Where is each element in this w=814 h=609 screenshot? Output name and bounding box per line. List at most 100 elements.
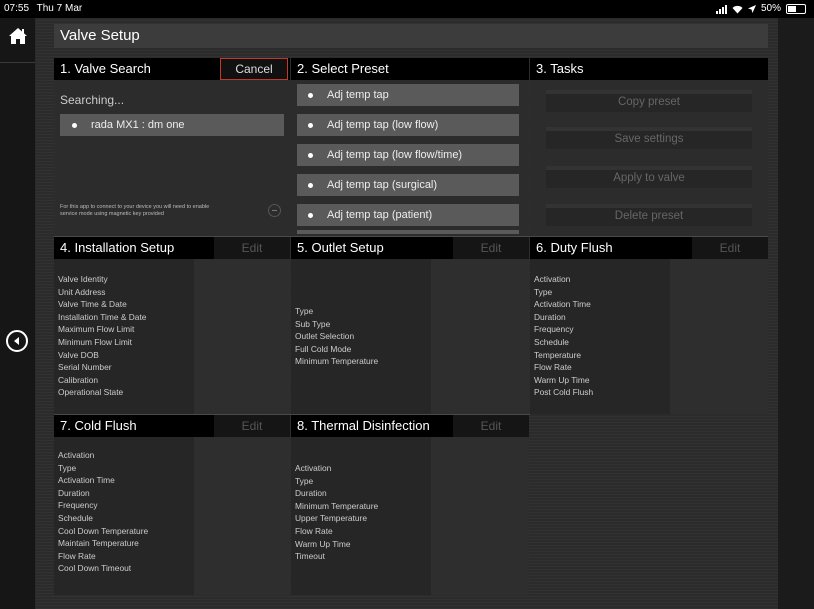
bullet-icon — [308, 182, 313, 188]
location-arrow-icon — [747, 5, 756, 13]
nav-divider — [0, 62, 35, 63]
panel-header: 8. Thermal Disinfection Edit — [291, 415, 529, 437]
field-label: Valve Identity — [58, 274, 108, 284]
field-column: Valve Identity Unit Address Valve Time &… — [54, 259, 194, 414]
field-list: Valve Identity Unit Address Valve Time &… — [58, 273, 146, 399]
panel-thermal-disinfection: 8. Thermal Disinfection Edit Activation … — [291, 415, 529, 595]
instructions-line: service mode using magnetic key provided — [60, 210, 164, 217]
edit-button[interactable]: Edit — [453, 237, 529, 259]
bullet-icon — [308, 92, 313, 98]
field-label: Frequency — [534, 324, 574, 335]
edit-button[interactable]: Edit — [214, 237, 290, 259]
right-margin — [778, 18, 814, 609]
wifi-icon — [732, 5, 743, 13]
panel-outlet-setup: 5. Outlet Setup Edit Type Sub Type Outle… — [291, 237, 529, 414]
panel-header: 1. Valve Search Cancel — [54, 58, 290, 80]
field-list: Activation Type Duration Minimum Tempera… — [295, 462, 378, 563]
bullet-icon — [308, 152, 313, 158]
field-label: Frequency — [58, 500, 98, 511]
field-list: Activation Type Activation Time Duration… — [534, 273, 593, 399]
field-label: Type — [534, 286, 553, 297]
bullet-icon — [308, 122, 313, 128]
searching-status: Searching... — [60, 93, 125, 107]
preset-item[interactable]: Adj temp tap (low flow/time) — [297, 144, 519, 166]
field-label: Duration — [534, 311, 566, 322]
edit-button[interactable]: Edit — [692, 237, 768, 259]
preset-item[interactable]: Adj temp tap (surgical) — [297, 174, 519, 196]
home-icon[interactable] — [8, 26, 28, 46]
back-button[interactable] — [6, 330, 28, 352]
field-label: Maintain Temperature — [58, 538, 139, 549]
preset-item[interactable]: Adj temp tap — [297, 84, 519, 106]
field-label: Type — [295, 306, 314, 316]
main-area: Valve Setup 1. Valve Search Cancel Searc… — [36, 18, 778, 609]
edit-button[interactable]: Edit — [214, 415, 290, 437]
panel-duty-flush: 6. Duty Flush Edit Activation Type Activ… — [530, 237, 768, 414]
value-column — [670, 259, 768, 414]
field-column: Activation Type Activation Time Duration… — [530, 259, 670, 414]
field-label: Outlet Selection — [295, 331, 355, 342]
field-label: Minimum Flow Limit — [58, 336, 132, 347]
preset-label: Adj temp tap (surgical) — [327, 179, 438, 191]
cancel-button[interactable]: Cancel — [220, 58, 288, 80]
value-column — [431, 437, 529, 595]
field-label: Sub Type — [295, 318, 331, 329]
connect-instructions: For this app to connect to your device y… — [60, 204, 260, 217]
panel-header: 7. Cold Flush Edit — [54, 415, 290, 437]
battery-percent: 50% — [760, 3, 781, 14]
panel-cold-flush: 7. Cold Flush Edit Activation Type Activ… — [54, 415, 290, 595]
panel-header: 4. Installation Setup Edit — [54, 237, 290, 259]
field-label: Valve DOB — [58, 349, 99, 360]
left-nav-bar — [0, 18, 36, 609]
device-name: rada MX1 : dm one — [91, 119, 185, 131]
field-label: Type — [58, 462, 77, 473]
field-label: Unit Address — [58, 286, 106, 297]
page-title: Valve Setup — [60, 27, 140, 44]
field-label: Activation Time — [58, 475, 115, 486]
field-label: Flow Rate — [58, 550, 96, 561]
field-label: Valve Time & Date — [58, 299, 127, 310]
field-label: Serial Number — [58, 362, 112, 373]
delete-preset-button[interactable]: Delete preset — [546, 204, 752, 226]
signal-icon — [715, 4, 727, 14]
field-label: Temperature — [534, 349, 582, 360]
device-list-item[interactable]: rada MX1 : dm one — [60, 114, 284, 136]
status-date: Thu 7 Mar — [36, 3, 83, 14]
field-label: Schedule — [534, 336, 569, 347]
searching-spinner-icon — [268, 204, 281, 217]
field-label: Minimum Temperature — [295, 356, 379, 367]
field-label: Timeout — [295, 551, 325, 562]
field-label: Full Cold Mode — [295, 343, 352, 354]
value-column — [194, 259, 290, 414]
preset-item[interactable]: Adj temp tap (low flow) — [297, 114, 519, 136]
field-label: Calibration — [58, 374, 99, 385]
edit-button[interactable]: Edit — [453, 415, 529, 437]
field-column: Activation Type Duration Minimum Tempera… — [291, 437, 431, 595]
apply-to-valve-button[interactable]: Apply to valve — [546, 166, 752, 188]
panel-title: 7. Cold Flush — [60, 418, 137, 433]
field-label: Flow Rate — [295, 525, 333, 536]
panel-valve-search: 1. Valve Search Cancel Searching... rada… — [54, 58, 290, 236]
field-label: Upper Temperature — [295, 513, 367, 524]
save-settings-button[interactable]: Save settings — [546, 127, 752, 149]
preset-label: Adj temp tap (low flow/time) — [327, 149, 463, 161]
preset-item-partial[interactable] — [297, 230, 519, 234]
preset-label: Adj temp tap (low flow) — [327, 119, 439, 131]
field-label: Activation Time — [534, 299, 591, 310]
field-label: Type — [295, 475, 314, 486]
copy-preset-button[interactable]: Copy preset — [546, 90, 752, 112]
field-label: Operational State — [58, 387, 124, 398]
panel-title: 8. Thermal Disinfection — [297, 418, 430, 433]
field-label: Duration — [58, 487, 90, 498]
title-bar: Valve Setup — [54, 24, 768, 48]
preset-item[interactable]: Adj temp tap (patient) — [297, 204, 519, 226]
value-column — [194, 437, 290, 595]
field-label: Cool Down Temperature — [58, 525, 149, 536]
panel-title: 1. Valve Search — [60, 61, 151, 76]
status-bar: 07:55 Thu 7 Mar 50% — [0, 0, 814, 18]
field-label: Activation — [534, 274, 571, 284]
back-arrow-icon — [14, 337, 19, 345]
field-label: Flow Rate — [534, 362, 572, 373]
panel-header: 2. Select Preset — [291, 58, 529, 80]
status-time: 07:55 — [4, 3, 30, 14]
